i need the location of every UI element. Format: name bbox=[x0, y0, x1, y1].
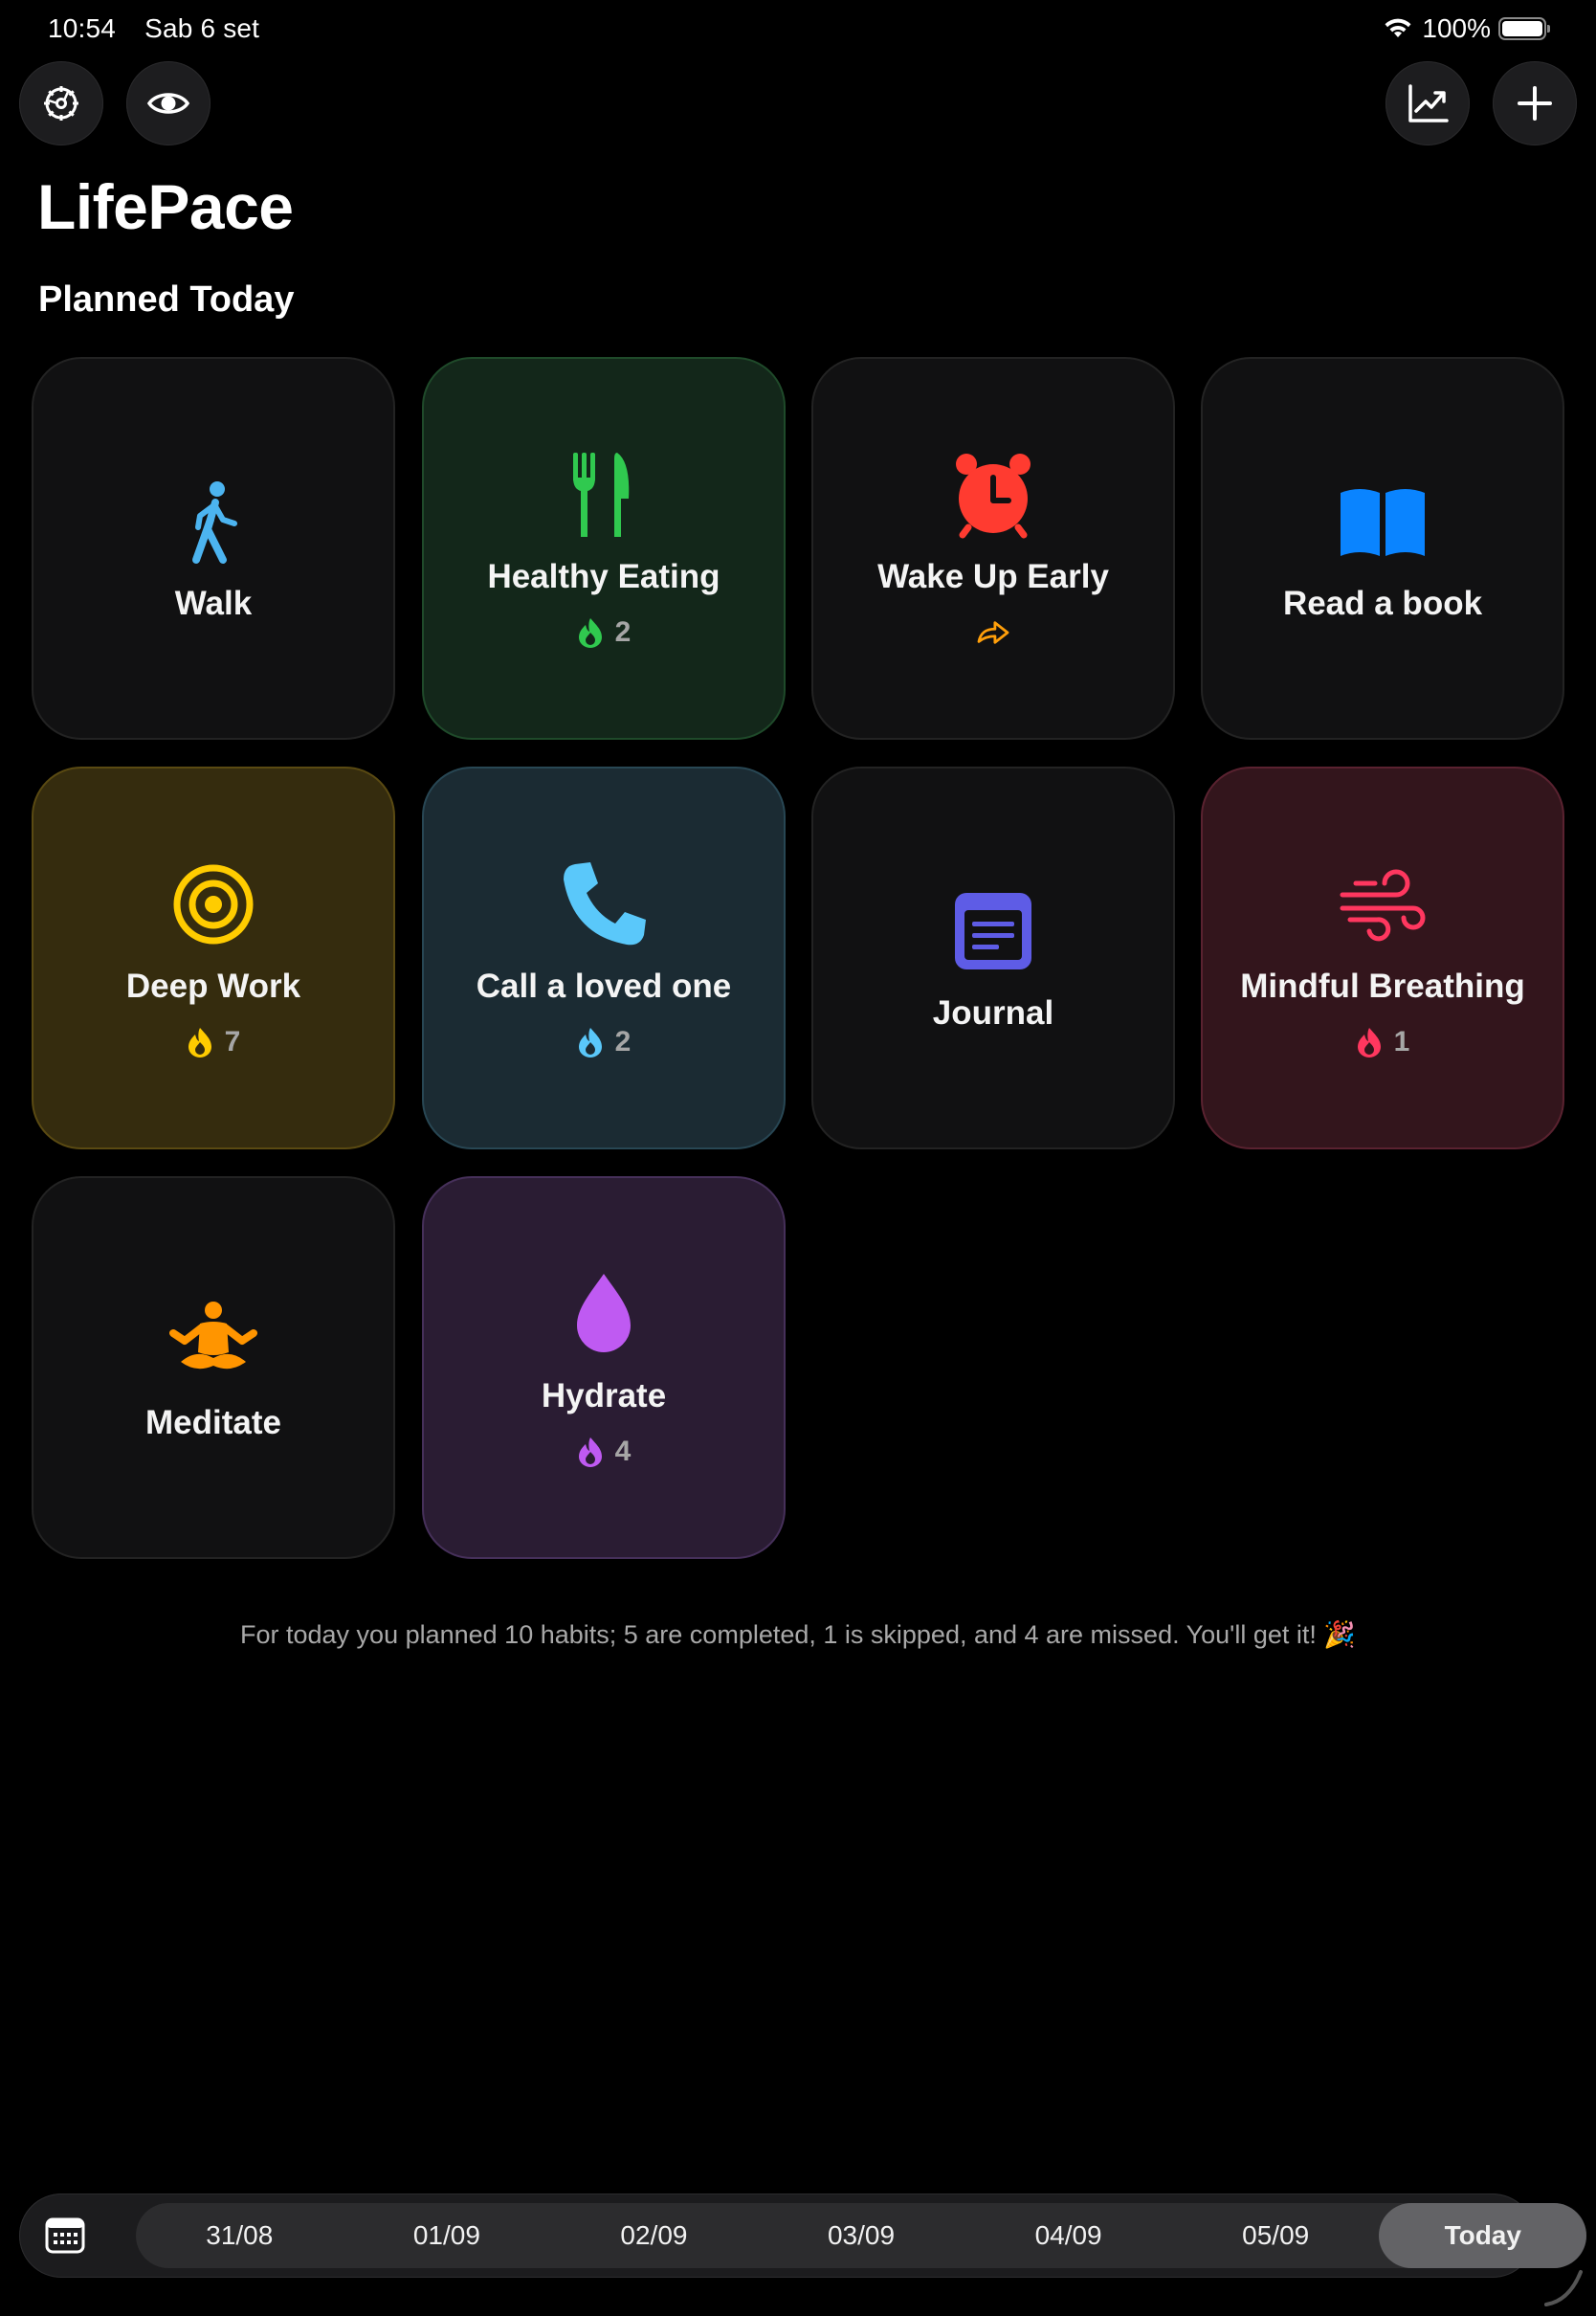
habit-streak-count: 7 bbox=[224, 1026, 241, 1058]
wind-icon bbox=[1340, 869, 1426, 942]
battery-percent: 100% bbox=[1422, 13, 1491, 43]
habit-card-meditate[interactable]: Meditate bbox=[32, 1176, 395, 1559]
flame-icon bbox=[578, 1028, 602, 1058]
book-icon bbox=[1341, 489, 1425, 556]
habit-name: Healthy Eating bbox=[487, 558, 720, 595]
date-pill-0109[interactable]: 01/09 bbox=[344, 2203, 551, 2268]
figure-walk-icon bbox=[192, 481, 237, 564]
habit-streak-count: 2 bbox=[614, 1026, 632, 1058]
habit-streak-count: 1 bbox=[1393, 1026, 1410, 1058]
flame-icon bbox=[1357, 1028, 1381, 1058]
daily-summary: For today you planned 10 habits; 5 are c… bbox=[240, 1620, 1356, 1649]
habit-name: Journal bbox=[932, 994, 1054, 1032]
date-pill-0209[interactable]: 02/09 bbox=[550, 2203, 758, 2268]
date-pill-0409[interactable]: 04/09 bbox=[964, 2203, 1172, 2268]
gear-icon bbox=[44, 86, 78, 121]
date-pill-0509[interactable]: 05/09 bbox=[1172, 2203, 1380, 2268]
date-bar: 31/08 01/09 02/09 03/09 04/09 05/09 Toda… bbox=[19, 2194, 1587, 2278]
habit-streak: 2 bbox=[577, 1025, 632, 1059]
date-pill-3108[interactable]: 31/08 bbox=[136, 2203, 344, 2268]
meditate-icon bbox=[169, 1302, 257, 1370]
habit-card-journal[interactable]: Journal bbox=[811, 767, 1175, 1149]
statistics-button[interactable] bbox=[1385, 61, 1470, 145]
habit-card-hydrate[interactable]: Hydrate 4 bbox=[422, 1176, 786, 1559]
battery-icon bbox=[1498, 17, 1550, 40]
eye-icon bbox=[146, 93, 190, 114]
date-pill-today[interactable]: Today bbox=[1379, 2203, 1587, 2268]
habit-name: Meditate bbox=[145, 1404, 281, 1441]
habit-streak: 1 bbox=[1356, 1025, 1410, 1059]
habit-name: Mindful Breathing bbox=[1240, 968, 1525, 1005]
habit-streak: 4 bbox=[577, 1435, 632, 1469]
calendar-button[interactable] bbox=[40, 2211, 90, 2260]
habit-name: Walk bbox=[174, 585, 253, 622]
calendar-icon bbox=[45, 2217, 85, 2254]
settings-button[interactable] bbox=[19, 61, 103, 145]
habit-card-mindful-breathing[interactable]: Mindful Breathing 1 bbox=[1201, 767, 1564, 1149]
status-time: 10:54 bbox=[48, 13, 117, 43]
flame-icon bbox=[188, 1028, 211, 1058]
habit-name: Read a book bbox=[1282, 585, 1483, 622]
habit-card-wake-up-early[interactable]: Wake Up Early bbox=[811, 357, 1175, 740]
status-bar: 10:54 Sab 6 set 100% bbox=[0, 0, 1596, 59]
status-date: Sab 6 set bbox=[144, 13, 260, 43]
habit-card-call-a-loved-one[interactable]: Call a loved one 2 bbox=[422, 767, 786, 1149]
habit-name: Hydrate bbox=[541, 1377, 667, 1414]
chart-line-icon bbox=[1408, 84, 1449, 122]
habit-streak: 7 bbox=[187, 1025, 241, 1059]
habit-name: Deep Work bbox=[125, 968, 301, 1005]
flame-icon bbox=[578, 618, 602, 648]
plus-icon bbox=[1518, 86, 1552, 121]
habit-card-read-a-book[interactable]: Read a book bbox=[1201, 357, 1564, 740]
drop-icon bbox=[577, 1274, 631, 1352]
habit-streak-count: 4 bbox=[614, 1436, 632, 1467]
flame-icon bbox=[578, 1437, 602, 1467]
habit-streak: 2 bbox=[577, 615, 632, 650]
habit-name: Call a loved one bbox=[476, 968, 732, 1005]
alarm-clock-icon bbox=[956, 454, 1031, 539]
skip-arrow-icon bbox=[977, 621, 1009, 644]
app-title: LifePace bbox=[37, 171, 294, 242]
section-title: Planned Today bbox=[38, 279, 295, 320]
habit-card-healthy-eating[interactable]: Healthy Eating 2 bbox=[422, 357, 786, 740]
habit-card-walk[interactable]: Walk bbox=[32, 357, 395, 740]
date-pill-0309[interactable]: 03/09 bbox=[758, 2203, 965, 2268]
fork-knife-icon bbox=[573, 453, 630, 537]
wifi-icon bbox=[1385, 18, 1411, 37]
date-selector: 31/08 01/09 02/09 03/09 04/09 05/09 Toda… bbox=[136, 2203, 1587, 2268]
target-icon bbox=[173, 864, 254, 945]
habit-streak-count: 2 bbox=[614, 616, 632, 648]
resize-handle-icon bbox=[1544, 2270, 1583, 2306]
journal-icon bbox=[955, 893, 1031, 969]
phone-icon bbox=[564, 862, 646, 946]
habit-name: Wake Up Early bbox=[877, 558, 1109, 595]
visibility-button[interactable] bbox=[126, 61, 211, 145]
habit-card-deep-work[interactable]: Deep Work 7 bbox=[32, 767, 395, 1149]
add-habit-button[interactable] bbox=[1493, 61, 1577, 145]
